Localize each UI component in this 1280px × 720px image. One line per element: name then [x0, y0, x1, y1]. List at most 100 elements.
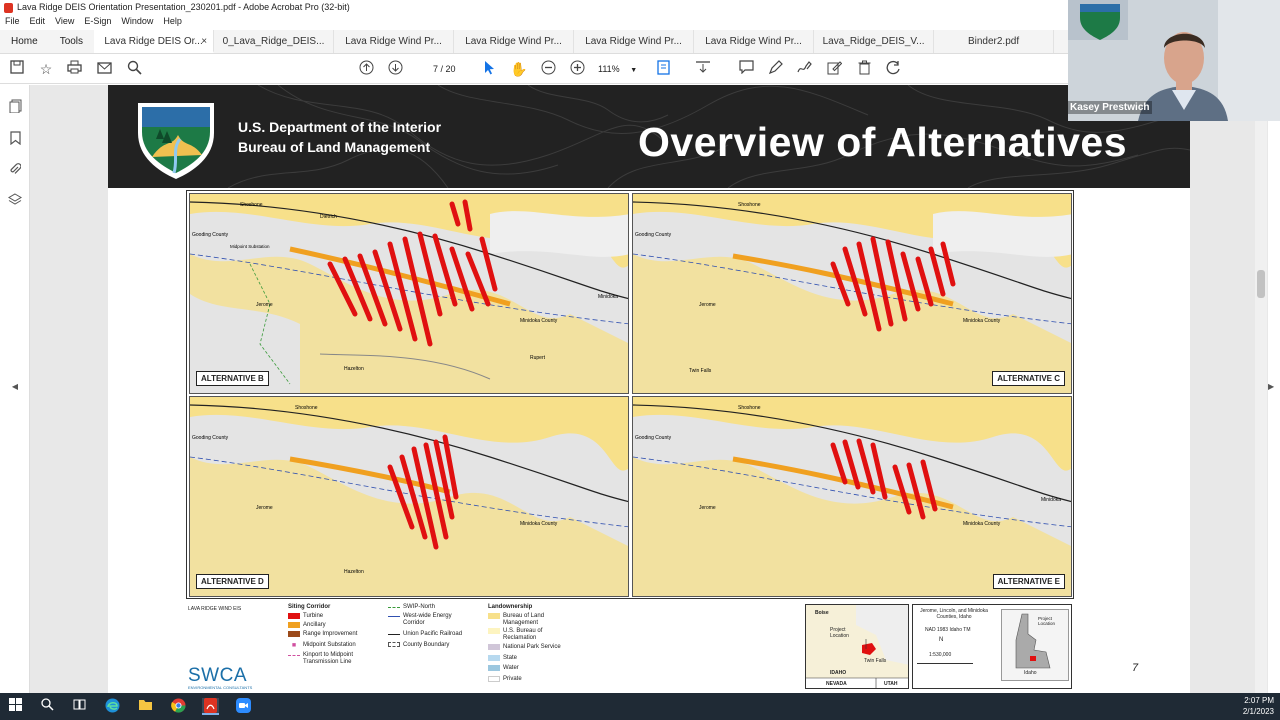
- fit-page-icon[interactable]: [656, 60, 674, 78]
- doc-tab[interactable]: Lava Ridge Wind Pr...: [334, 30, 455, 53]
- slide-title: Overview of Alternatives: [638, 119, 1128, 165]
- menu-help[interactable]: Help: [163, 15, 182, 28]
- pages-icon[interactable]: [8, 99, 22, 114]
- zoom-dropdown[interactable]: 111% ▼: [598, 61, 637, 79]
- menu-edit[interactable]: Edit: [30, 15, 46, 28]
- legend-item-turbine: Turbine: [288, 613, 323, 620]
- zoom-app-icon[interactable]: [235, 698, 252, 715]
- menu-window[interactable]: Window: [121, 15, 153, 28]
- svg-text:Midpoint Substation: Midpoint Substation: [230, 244, 270, 249]
- doc-tab[interactable]: Lava_Ridge_DEIS_V...: [814, 30, 935, 53]
- layers-icon[interactable]: [8, 193, 22, 207]
- legend-item-midpoint: ■ Midpoint Substation: [291, 642, 356, 649]
- task-view-icon[interactable]: [71, 698, 88, 715]
- toolbar: ☆ 7 / 20 ✋ 111% ▼: [0, 54, 1068, 84]
- video-participant-tile[interactable]: Kasey Prestwich: [1068, 0, 1280, 121]
- search-icon[interactable]: [125, 60, 143, 78]
- star-icon[interactable]: ☆: [37, 60, 55, 78]
- legend-item-reclamation: U.S. Bureau of Reclamation: [488, 628, 558, 642]
- inset-label-nevada: NEVADA: [826, 681, 847, 687]
- email-icon[interactable]: [95, 60, 113, 78]
- select-cursor-icon[interactable]: [481, 60, 499, 78]
- legend-item-blm: Bureau of Land Management: [488, 613, 558, 627]
- menu-file[interactable]: File: [5, 15, 20, 28]
- sign-icon[interactable]: [795, 60, 813, 78]
- chrome-icon[interactable]: [170, 698, 187, 715]
- svg-text:Minidoka County: Minidoka County: [520, 521, 558, 527]
- scroll-mode-icon[interactable]: [694, 60, 712, 78]
- tab-tools[interactable]: Tools: [49, 30, 94, 53]
- doc-tab-label: Lava Ridge DEIS Or...: [104, 36, 203, 47]
- zoom-value: 111%: [598, 64, 620, 74]
- alternatives-map-frame: Shoshone Dietrich Gooding County Midpoin…: [186, 190, 1074, 599]
- hand-icon[interactable]: ✋: [510, 60, 528, 78]
- participant-name: Kasey Prestwich: [1068, 101, 1152, 114]
- taskbar-search-icon[interactable]: [39, 698, 56, 715]
- close-tab-icon[interactable]: ×: [201, 30, 207, 51]
- zoom-in-icon[interactable]: [568, 60, 586, 78]
- map-label-shoshone: Shoshone: [240, 202, 263, 208]
- collapse-right-icon[interactable]: ▶: [1268, 382, 1274, 391]
- acrobat-taskbar-icon[interactable]: [202, 698, 219, 715]
- next-page-icon[interactable]: [386, 60, 404, 78]
- doc-tab[interactable]: Lava Ridge Wind Pr...: [694, 30, 815, 53]
- prev-page-icon[interactable]: [357, 60, 375, 78]
- map-panel-alternative-d: Shoshone Gooding County Jerome Minidoka …: [189, 396, 629, 597]
- svg-text:Twin Falls: Twin Falls: [689, 368, 712, 374]
- zoom-out-icon[interactable]: [539, 60, 557, 78]
- page-number-input[interactable]: 7: [416, 61, 438, 77]
- map-panel-alternative-e: Shoshone Gooding County Jerome Minidoka …: [632, 396, 1072, 597]
- alternative-e-label: ALTERNATIVE E: [992, 574, 1065, 589]
- save-icon[interactable]: [8, 60, 26, 78]
- inset-label-utah: UTAH: [884, 681, 898, 687]
- idaho-locator: Project Location Idaho: [1001, 609, 1069, 681]
- menu-esign[interactable]: E-Sign: [84, 15, 111, 28]
- rotate-icon[interactable]: [884, 60, 902, 78]
- legend-item-railroad: Union Pacific Railroad: [388, 631, 462, 638]
- svg-text:Jerome: Jerome: [699, 302, 716, 308]
- menu-view[interactable]: View: [55, 15, 74, 28]
- svg-text:Minidoka County: Minidoka County: [963, 318, 1001, 324]
- vertical-scrollbar[interactable]: [1255, 85, 1267, 693]
- system-clock[interactable]: 2:07 PM 2/1/2023: [1243, 695, 1274, 717]
- tab-bar: Home Tools Lava Ridge DEIS Or... × 0_Lav…: [0, 30, 1068, 54]
- north-arrow-icon: N: [939, 637, 944, 643]
- doc-tab[interactable]: 0_Lava_Ridge_DEIS...: [214, 30, 335, 53]
- map-panel-alternative-b: Shoshone Dietrich Gooding County Midpoin…: [189, 193, 629, 394]
- bookmark-icon[interactable]: [8, 131, 22, 146]
- edit-pdf-icon[interactable]: [825, 60, 843, 78]
- svg-text:Hazelton: Hazelton: [344, 366, 364, 372]
- svg-text:Hazelton: Hazelton: [344, 569, 364, 575]
- windows-start-icon[interactable]: [7, 698, 24, 715]
- delete-icon[interactable]: [855, 60, 873, 78]
- doc-tab-active[interactable]: Lava Ridge DEIS Or... ×: [94, 30, 215, 53]
- doc-tab[interactable]: Lava Ridge Wind Pr...: [574, 30, 695, 53]
- page-total: / 20: [440, 64, 456, 74]
- svg-text:Minidoka: Minidoka: [598, 294, 618, 300]
- pdf-page: U.S. Department of the Interior Bureau o…: [108, 85, 1190, 693]
- attachment-icon[interactable]: [8, 162, 22, 176]
- alternative-c-label: ALTERNATIVE C: [992, 371, 1065, 386]
- doc-tab[interactable]: Lava Ridge Wind Pr...: [454, 30, 575, 53]
- agency-line-1: U.S. Department of the Interior: [238, 119, 442, 135]
- page-navigator: 7 / 20: [416, 61, 456, 77]
- doc-tab[interactable]: Binder2.pdf: [934, 30, 1055, 53]
- comment-icon[interactable]: [737, 60, 755, 78]
- edge-browser-icon[interactable]: [104, 698, 121, 715]
- file-explorer-icon[interactable]: [137, 698, 154, 715]
- svg-text:Minidoka County: Minidoka County: [963, 521, 1001, 527]
- scrollbar-thumb[interactable]: [1257, 270, 1265, 298]
- svg-text:Jerome: Jerome: [256, 505, 273, 511]
- nad-note: NAD 1983 Idaho TM: [925, 627, 971, 633]
- alternative-d-label: ALTERNATIVE D: [196, 574, 269, 589]
- scale-bar: [917, 663, 973, 664]
- collapse-left-icon[interactable]: ◀: [8, 382, 22, 396]
- tab-home[interactable]: Home: [0, 30, 49, 53]
- highlight-icon[interactable]: [766, 60, 784, 78]
- svg-text:Gooding County: Gooding County: [635, 435, 672, 441]
- legend-item-ancillary: Ancillary: [288, 622, 326, 629]
- print-icon[interactable]: [65, 60, 83, 78]
- inset-label-twin-falls: Twin Falls: [864, 658, 887, 664]
- siting-corridor-heading: Siting Corridor: [288, 604, 331, 610]
- inset-label-project: Project Location: [830, 627, 849, 639]
